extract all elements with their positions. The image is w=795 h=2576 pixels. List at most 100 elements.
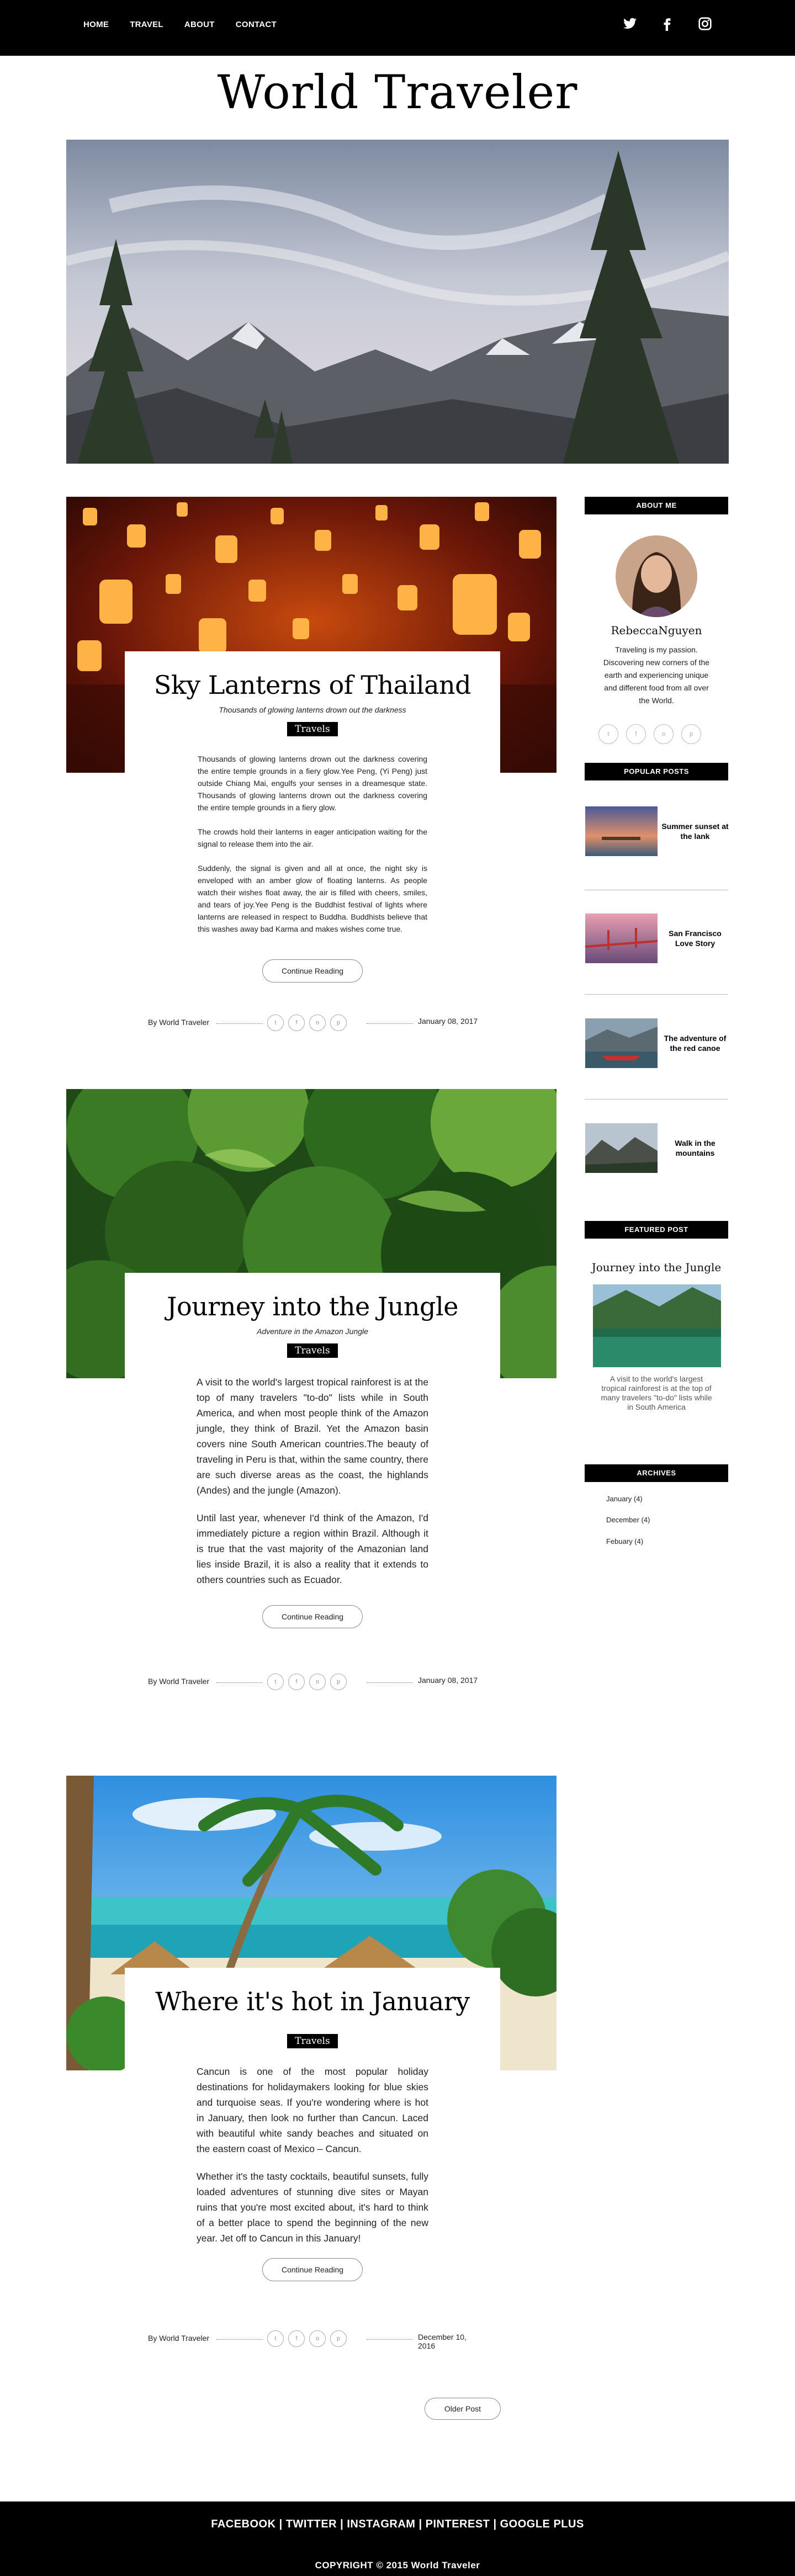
popular-post-thumb [585, 1018, 658, 1068]
popular-post-thumb [585, 806, 658, 856]
share-facebook-icon[interactable]: f [288, 1674, 305, 1690]
footer-social-links[interactable]: FACEBOOK | TWITTER | INSTAGRAM | PINTERE… [0, 2518, 795, 2531]
divider [216, 2339, 263, 2340]
sidebar-social: t f o p [598, 724, 701, 744]
hero-mountain-image [66, 140, 729, 464]
nav-social [623, 17, 712, 31]
post-paragraph: Suddenly, the signal is given and all at… [198, 864, 427, 933]
popular-post-item[interactable]: Walk in the mountains [585, 1123, 729, 1178]
post-author: By World Traveler [148, 1677, 209, 1686]
footer-copyright: COPYRIGHT © 2015 World Traveler [315, 2560, 480, 2570]
post-author: By World Traveler [148, 1018, 209, 1027]
continue-reading-button[interactable]: Continue Reading [262, 1605, 363, 1628]
post-title[interactable]: Where it's hot in January [125, 1987, 500, 2016]
divider [585, 994, 728, 995]
twitter-icon[interactable]: t [598, 724, 618, 744]
share-instagram-icon[interactable]: o [309, 1674, 326, 1690]
post-card-2: Journey into the Jungle Adventure in the… [125, 1273, 500, 1628]
archive-link[interactable]: January (4) [606, 1495, 643, 1503]
popular-post-title[interactable]: Summer sunset at the lank [661, 806, 729, 856]
instagram-icon[interactable]: o [654, 724, 674, 744]
continue-reading-button[interactable]: Continue Reading [262, 959, 363, 982]
post-paragraph: A visit to the world's largest tropical … [197, 1377, 428, 1496]
share-twitter-icon[interactable]: t [267, 1674, 284, 1690]
sidebar-featured-heading: FEATURED POST [585, 1221, 728, 1239]
share-facebook-icon[interactable]: f [288, 1015, 305, 1031]
site-title[interactable]: World Traveler [0, 65, 795, 119]
popular-post-title[interactable]: Walk in the mountains [661, 1123, 729, 1173]
post-tag[interactable]: Travels [287, 2034, 338, 2048]
older-posts-button[interactable]: Older Post [425, 2398, 501, 2420]
twitter-icon[interactable] [623, 17, 637, 31]
popular-post-title[interactable]: San Francisco Love Story [661, 913, 729, 963]
sidebar-archives-heading: ARCHIVES [585, 1464, 728, 1482]
post-excerpt: Cancun is one of the most popular holida… [197, 2064, 428, 2246]
facebook-icon[interactable] [660, 17, 675, 31]
nav-contact-link[interactable]: CONTACT [236, 20, 277, 29]
post-meta: By World Traveler t f o p January 08, 20… [148, 1015, 479, 1031]
divider [367, 2339, 413, 2340]
popular-post-item[interactable]: Summer sunset at the lank [585, 806, 729, 862]
share-facebook-icon[interactable]: f [288, 2330, 305, 2347]
sidebar-about-heading: ABOUT ME [585, 497, 728, 514]
popular-post-title[interactable]: The adventure of the red canoe [661, 1018, 729, 1068]
popular-post-item[interactable]: The adventure of the red canoe [585, 1018, 729, 1074]
divider [585, 1099, 728, 1100]
pinterest-icon[interactable]: p [681, 724, 701, 744]
post-card-1: Sky Lanterns of Thailand Thousands of gl… [125, 651, 500, 982]
post-excerpt: Thousands of glowing lanterns drown out … [198, 753, 427, 935]
nav-links: HOME TRAVEL ABOUT CONTACT [83, 20, 298, 29]
post-excerpt: A visit to the world's largest tropical … [197, 1374, 428, 1587]
nav-home-link[interactable]: HOME [83, 20, 109, 29]
top-navbar: HOME TRAVEL ABOUT CONTACT [0, 0, 795, 56]
archive-link[interactable]: December (4) [606, 1516, 650, 1524]
post-paragraph: Thousands of glowing lanterns drown out … [198, 755, 427, 812]
footer: FACEBOOK | TWITTER | INSTAGRAM | PINTERE… [0, 2501, 795, 2576]
share-buttons: t f o p [267, 2330, 347, 2347]
share-pinterest-icon[interactable]: p [330, 1015, 347, 1031]
share-instagram-icon[interactable]: o [309, 2330, 326, 2347]
post-date: December 10, 2016 [418, 2333, 467, 2350]
author-name: RebeccaNguyen [611, 624, 702, 637]
sidebar-popular-heading: POPULAR POSTS [585, 763, 728, 780]
popular-post-item[interactable]: San Francisco Love Story [585, 913, 729, 969]
author-bio: Traveling is my passion. Discovering new… [603, 645, 710, 705]
post-subtitle: Adventure in the Amazon Jungle [257, 1327, 368, 1336]
popular-post-thumb [585, 913, 658, 963]
continue-reading-button[interactable]: Continue Reading [262, 2258, 363, 2281]
post-author: By World Traveler [148, 2334, 209, 2343]
share-instagram-icon[interactable]: o [309, 1015, 326, 1031]
post-date: January 08, 2017 [418, 1017, 478, 1026]
featured-post-title[interactable]: Journey into the Jungle [585, 1261, 728, 1274]
post-paragraph: Cancun is one of the most popular holida… [197, 2066, 428, 2154]
instagram-icon[interactable] [698, 17, 712, 31]
featured-post-image[interactable] [593, 1284, 721, 1367]
post-tag[interactable]: Travels [287, 1343, 338, 1358]
share-buttons: t f o p [267, 1674, 347, 1690]
post-title[interactable]: Journey into the Jungle [125, 1292, 500, 1321]
post-tag[interactable]: Travels [287, 722, 338, 736]
post-card-3: Where it's hot in January Travels Cancun… [125, 1968, 500, 2281]
divider [367, 1023, 413, 1024]
post-paragraph: The crowds hold their lanterns in eager … [198, 827, 427, 848]
post-paragraph: Until last year, whenever I'd think of t… [197, 1512, 428, 1585]
post-meta: By World Traveler t f o p December 10, 2… [148, 2330, 479, 2350]
archive-link[interactable]: Febuary (4) [606, 1537, 643, 1545]
share-pinterest-icon[interactable]: p [330, 2330, 347, 2347]
share-twitter-icon[interactable]: t [267, 1015, 284, 1031]
popular-post-thumb [585, 1123, 658, 1173]
divider [367, 1682, 413, 1683]
post-title[interactable]: Sky Lanterns of Thailand [125, 670, 500, 700]
avatar [616, 535, 697, 617]
divider [216, 1023, 263, 1024]
nav-about-link[interactable]: ABOUT [184, 20, 215, 29]
post-paragraph: Whether it's the tasty cocktails, beauti… [197, 2171, 428, 2244]
featured-post-caption: A visit to the world's largest tropical … [601, 1374, 712, 1411]
share-pinterest-icon[interactable]: p [330, 1674, 347, 1690]
divider [216, 1682, 263, 1683]
share-buttons: t f o p [267, 1015, 347, 1031]
facebook-icon[interactable]: f [626, 724, 646, 744]
share-twitter-icon[interactable]: t [267, 2330, 284, 2347]
nav-travel-link[interactable]: TRAVEL [130, 20, 163, 29]
post-date: January 08, 2017 [418, 1676, 478, 1685]
